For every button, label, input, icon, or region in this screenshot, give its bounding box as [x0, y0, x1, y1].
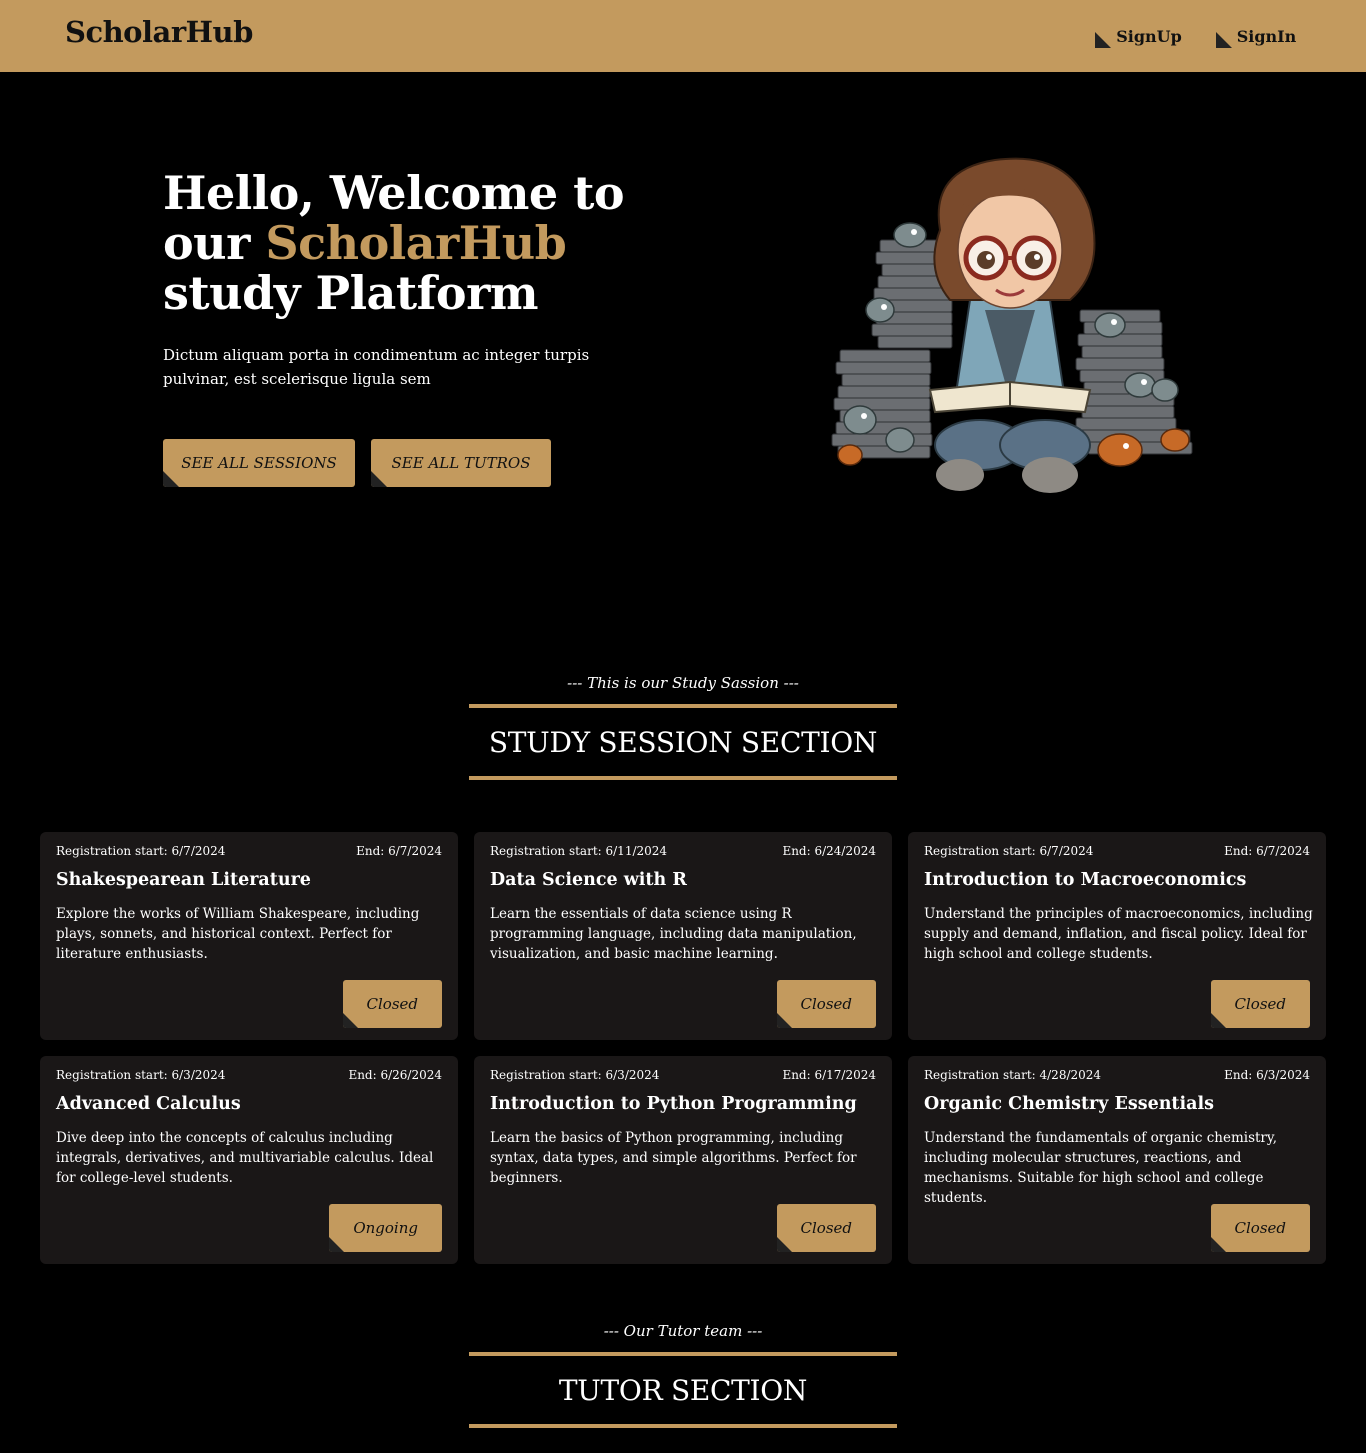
hero-title-our: our	[163, 216, 250, 270]
registration-start: Registration start: 6/7/2024	[924, 844, 1094, 858]
see-all-sessions-button[interactable]: SEE ALL SESSIONS	[163, 439, 355, 487]
session-description: Learn the basics of Python programming, …	[490, 1130, 857, 1186]
registration-end: End: 6/7/2024	[1224, 844, 1310, 858]
session-status-button[interactable]: Ongoing	[329, 1204, 442, 1252]
session-status-label: Closed	[366, 995, 418, 1013]
see-all-tutors-label: SEE ALL TUTROS	[391, 454, 531, 472]
session-description: Understand the principles of macroeconom…	[924, 906, 1313, 962]
corner-decoration	[329, 1237, 345, 1252]
session-card: Registration start: 6/3/2024 End: 6/17/2…	[474, 1056, 892, 1264]
see-all-tutors-button[interactable]: SEE ALL TUTROS	[371, 439, 551, 487]
corner-decoration	[1210, 1013, 1226, 1028]
session-status-button[interactable]: Closed	[1210, 980, 1310, 1028]
session-description: Explore the works of William Shakespeare…	[56, 906, 420, 962]
corner-decoration	[1216, 32, 1232, 48]
registration-start: Registration start: 6/11/2024	[490, 844, 668, 858]
see-all-sessions-label: SEE ALL SESSIONS	[181, 454, 337, 472]
session-title: Organic Chemistry Essentials	[924, 1094, 1214, 1114]
registration-end: End: 6/26/2024	[348, 1068, 442, 1082]
signin-label: SignIn	[1236, 26, 1297, 46]
hero-illustration	[831, 157, 1193, 493]
hero-title-line1: Hello, Welcome to	[163, 166, 625, 220]
session-status-label: Closed	[800, 995, 852, 1013]
corner-decoration	[371, 471, 387, 487]
corner-decoration	[1210, 1237, 1226, 1252]
session-title: Data Science with R	[490, 870, 687, 890]
section-subtitle: --- Our Tutor team ---	[603, 1322, 763, 1340]
signup-label: SignUp	[1116, 26, 1182, 46]
session-status-button[interactable]: Closed	[776, 980, 876, 1028]
session-description: Dive deep into the concepts of calculus …	[56, 1130, 434, 1186]
corner-decoration	[776, 1237, 792, 1252]
corner-decoration	[163, 471, 179, 487]
session-description: Learn the essentials of data science usi…	[490, 906, 857, 962]
session-status-button[interactable]: Closed	[342, 980, 442, 1028]
session-status-button[interactable]: Closed	[776, 1204, 876, 1252]
registration-end: End: 6/24/2024	[782, 844, 876, 858]
registration-end: End: 6/3/2024	[1224, 1068, 1310, 1082]
session-card: Registration start: 4/28/2024 End: 6/3/2…	[908, 1056, 1326, 1264]
session-status-button[interactable]: Closed	[1210, 1204, 1310, 1252]
session-status-label: Closed	[1234, 1219, 1286, 1237]
registration-start: Registration start: 6/3/2024	[56, 1068, 226, 1082]
section-subtitle: --- This is our Study Sassion ---	[567, 674, 799, 692]
signup-button[interactable]: SignUp	[1094, 12, 1204, 60]
section-heading-text: STUDY SESSION SECTION	[488, 725, 878, 759]
hero-title-brand: ScholarHub	[265, 216, 567, 270]
section-heading: TUTOR SECTION	[469, 1352, 897, 1428]
navbar: ScholarHub SignUp SignIn	[0, 0, 1366, 72]
section-heading-text: TUTOR SECTION	[558, 1373, 808, 1407]
session-title: Advanced Calculus	[56, 1094, 241, 1114]
session-card: Registration start: 6/7/2024 End: 6/7/20…	[908, 832, 1326, 1040]
session-status-label: Closed	[1234, 995, 1286, 1013]
session-title: Introduction to Python Programming	[490, 1094, 857, 1114]
hero-title: Hello, Welcome to our ScholarHub study P…	[163, 168, 683, 318]
session-title: Introduction to Macroeconomics	[924, 870, 1247, 890]
registration-end: End: 6/17/2024	[782, 1068, 876, 1082]
session-description: Understand the fundamentals of organic c…	[924, 1130, 1278, 1206]
session-status-label: Closed	[800, 1219, 852, 1237]
session-status-label: Ongoing	[353, 1219, 418, 1237]
registration-start: Registration start: 6/7/2024	[56, 844, 226, 858]
corner-decoration	[776, 1013, 792, 1028]
corner-decoration	[1095, 32, 1111, 48]
session-title: Shakespearean Literature	[56, 870, 311, 890]
section-heading: STUDY SESSION SECTION	[469, 704, 897, 780]
session-card: Registration start: 6/3/2024 End: 6/26/2…	[40, 1056, 458, 1264]
brand-logo[interactable]: ScholarHub	[65, 15, 253, 49]
session-card: Registration start: 6/7/2024 End: 6/7/20…	[40, 832, 458, 1040]
signin-button[interactable]: SignIn	[1215, 12, 1318, 60]
session-card: Registration start: 6/11/2024 End: 6/24/…	[474, 832, 892, 1040]
corner-decoration	[342, 1013, 358, 1028]
hero-description: Dictum aliquam porta in condimentum ac i…	[163, 346, 590, 388]
registration-end: End: 6/7/2024	[356, 844, 442, 858]
hero-title-line3: study Platform	[163, 266, 539, 320]
registration-start: Registration start: 4/28/2024	[924, 1068, 1102, 1082]
registration-start: Registration start: 6/3/2024	[490, 1068, 660, 1082]
